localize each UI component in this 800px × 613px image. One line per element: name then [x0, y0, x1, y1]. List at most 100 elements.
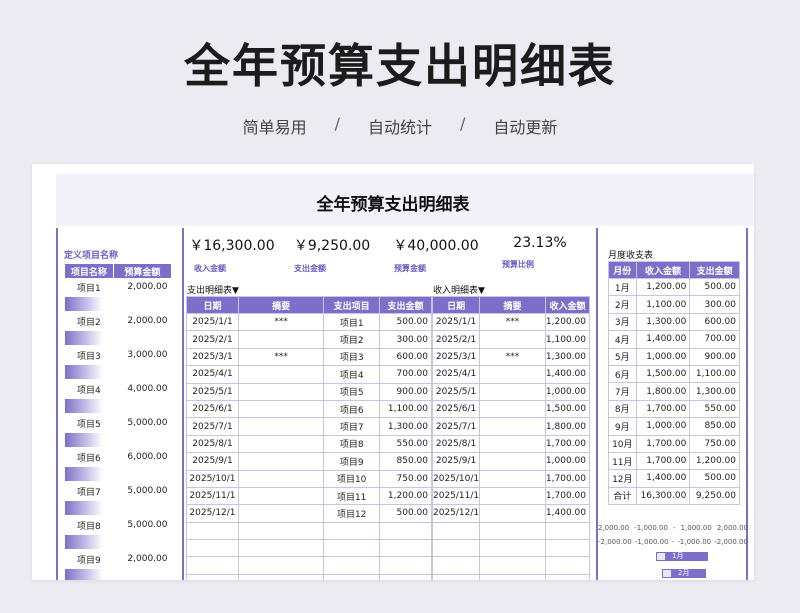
table-cell[interactable] — [186, 573, 239, 580]
table-cell[interactable]: 1,800.00 — [544, 417, 591, 436]
table-cell[interactable] — [323, 573, 381, 580]
table-cell[interactable]: 1,300.00 — [689, 382, 740, 401]
table-cell[interactable]: 5月 — [608, 347, 637, 366]
table-cell[interactable]: 2025/9/1 — [431, 452, 481, 471]
budget-cell[interactable]: 2,000.00 — [113, 279, 171, 296]
budget-cell[interactable]: 6,000.00 — [113, 449, 171, 466]
table-cell[interactable] — [431, 556, 481, 575]
table-cell[interactable] — [237, 504, 325, 523]
table-cell[interactable] — [544, 556, 591, 575]
table-cell[interactable] — [479, 539, 546, 558]
table-cell[interactable]: 550.00 — [379, 434, 432, 454]
table-cell[interactable]: 12月 — [608, 469, 637, 488]
table-cell[interactable]: 2025/2/1 — [186, 330, 239, 349]
table-cell[interactable]: 2025/12/1 — [186, 504, 239, 523]
table-cell[interactable]: 1,200.00 — [689, 451, 740, 471]
table-cell[interactable]: 850.00 — [379, 452, 432, 471]
table-cell[interactable]: 项目7 — [323, 417, 381, 436]
table-cell[interactable]: 1,100.00 — [689, 364, 740, 384]
table-cell[interactable]: *** — [479, 312, 546, 332]
table-cell[interactable]: 550.00 — [689, 399, 740, 419]
table-cell[interactable]: 1,100.00 — [635, 295, 691, 314]
table-cell[interactable]: 项目6 — [323, 399, 381, 419]
budget-cell[interactable]: 3,000.00 — [113, 347, 171, 364]
table-cell[interactable]: 500.00 — [689, 469, 740, 488]
table-cell[interactable] — [544, 521, 591, 541]
budget-cell[interactable]: 5,000.00 — [113, 415, 171, 432]
budget-cell[interactable]: 5,000.00 — [113, 517, 171, 534]
table-cell[interactable] — [479, 417, 546, 436]
table-cell[interactable]: 1,200.00 — [635, 277, 691, 297]
table-cell[interactable]: 项目4 — [323, 365, 381, 384]
table-cell[interactable]: 1,100.00 — [379, 399, 432, 419]
table-cell[interactable]: 2025/3/1 — [431, 347, 481, 367]
table-cell[interactable]: 1,300.00 — [635, 312, 691, 332]
table-cell[interactable]: 1,000.00 — [635, 417, 691, 436]
project-name-cell[interactable]: 项目8 — [65, 517, 114, 534]
table-cell[interactable] — [186, 556, 239, 575]
table-cell[interactable] — [186, 521, 239, 541]
table-cell[interactable]: 项目5 — [323, 382, 381, 401]
table-cell[interactable]: 1,200.00 — [544, 312, 591, 332]
table-cell[interactable] — [379, 539, 432, 558]
table-cell[interactable]: 750.00 — [379, 469, 432, 488]
table-cell[interactable] — [479, 486, 546, 506]
table-cell[interactable] — [479, 399, 546, 419]
table-cell[interactable]: 2025/3/1 — [186, 347, 239, 367]
table-cell[interactable]: 300.00 — [689, 295, 740, 314]
table-cell[interactable]: 1,700.00 — [635, 451, 691, 471]
table-cell[interactable]: 1,000.00 — [635, 347, 691, 366]
table-cell[interactable] — [479, 556, 546, 575]
project-name-cell[interactable]: 项目5 — [65, 415, 114, 432]
table-cell[interactable]: *** — [479, 347, 546, 367]
table-cell[interactable]: 16,300.00 — [635, 486, 691, 506]
table-cell[interactable]: 8月 — [608, 399, 637, 419]
table-cell[interactable] — [431, 539, 481, 558]
table-cell[interactable]: 500.00 — [689, 277, 740, 297]
table-cell[interactable]: 2025/6/1 — [431, 399, 481, 419]
table-cell[interactable]: 1,700.00 — [635, 399, 691, 419]
table-cell[interactable]: 2025/5/1 — [431, 382, 481, 401]
table-cell[interactable] — [379, 521, 432, 541]
table-cell[interactable]: 合计 — [608, 486, 637, 506]
table-cell[interactable] — [186, 539, 239, 558]
table-cell[interactable]: 1,400.00 — [544, 365, 591, 384]
table-cell[interactable] — [479, 504, 546, 523]
table-cell[interactable]: 2025/9/1 — [186, 452, 239, 471]
table-cell[interactable]: 2025/1/1 — [431, 312, 481, 332]
table-cell[interactable]: 500.00 — [379, 312, 432, 332]
table-cell[interactable] — [379, 573, 432, 580]
table-cell[interactable]: 1,200.00 — [379, 486, 432, 506]
table-cell[interactable]: 项目2 — [323, 330, 381, 349]
table-cell[interactable]: 2025/10/1 — [431, 469, 481, 488]
table-cell[interactable]: 2025/8/1 — [186, 434, 239, 454]
table-cell[interactable] — [323, 521, 381, 541]
project-name-cell[interactable]: 项目1 — [65, 279, 114, 296]
table-cell[interactable]: 1,300.00 — [379, 417, 432, 436]
table-cell[interactable] — [323, 539, 381, 558]
table-cell[interactable]: 2025/6/1 — [186, 399, 239, 419]
table-cell[interactable] — [479, 573, 546, 580]
table-cell[interactable]: 4月 — [608, 330, 637, 349]
table-cell[interactable]: 6月 — [608, 364, 637, 384]
project-name-cell[interactable]: 项目7 — [65, 483, 114, 500]
table-cell[interactable]: 1,500.00 — [635, 364, 691, 384]
table-cell[interactable]: 3月 — [608, 312, 637, 332]
project-name-cell[interactable]: 项目4 — [65, 381, 114, 398]
table-cell[interactable] — [479, 330, 546, 349]
table-cell[interactable] — [237, 486, 325, 506]
table-cell[interactable]: 900.00 — [689, 347, 740, 366]
budget-cell[interactable]: 2,000.00 — [113, 551, 171, 568]
table-cell[interactable] — [237, 417, 325, 436]
table-cell[interactable]: 项目3 — [323, 347, 381, 367]
table-cell[interactable]: *** — [237, 347, 325, 367]
table-cell[interactable]: 2025/2/1 — [431, 330, 481, 349]
table-cell[interactable]: 1,800.00 — [635, 382, 691, 401]
table-cell[interactable] — [237, 399, 325, 419]
table-cell[interactable]: 9月 — [608, 417, 637, 436]
table-cell[interactable] — [237, 434, 325, 454]
table-cell[interactable] — [237, 556, 325, 575]
table-cell[interactable]: 1,100.00 — [544, 330, 591, 349]
income-table-title[interactable]: 收入明细表▼ — [433, 283, 485, 296]
table-cell[interactable]: 1,700.00 — [544, 469, 591, 488]
